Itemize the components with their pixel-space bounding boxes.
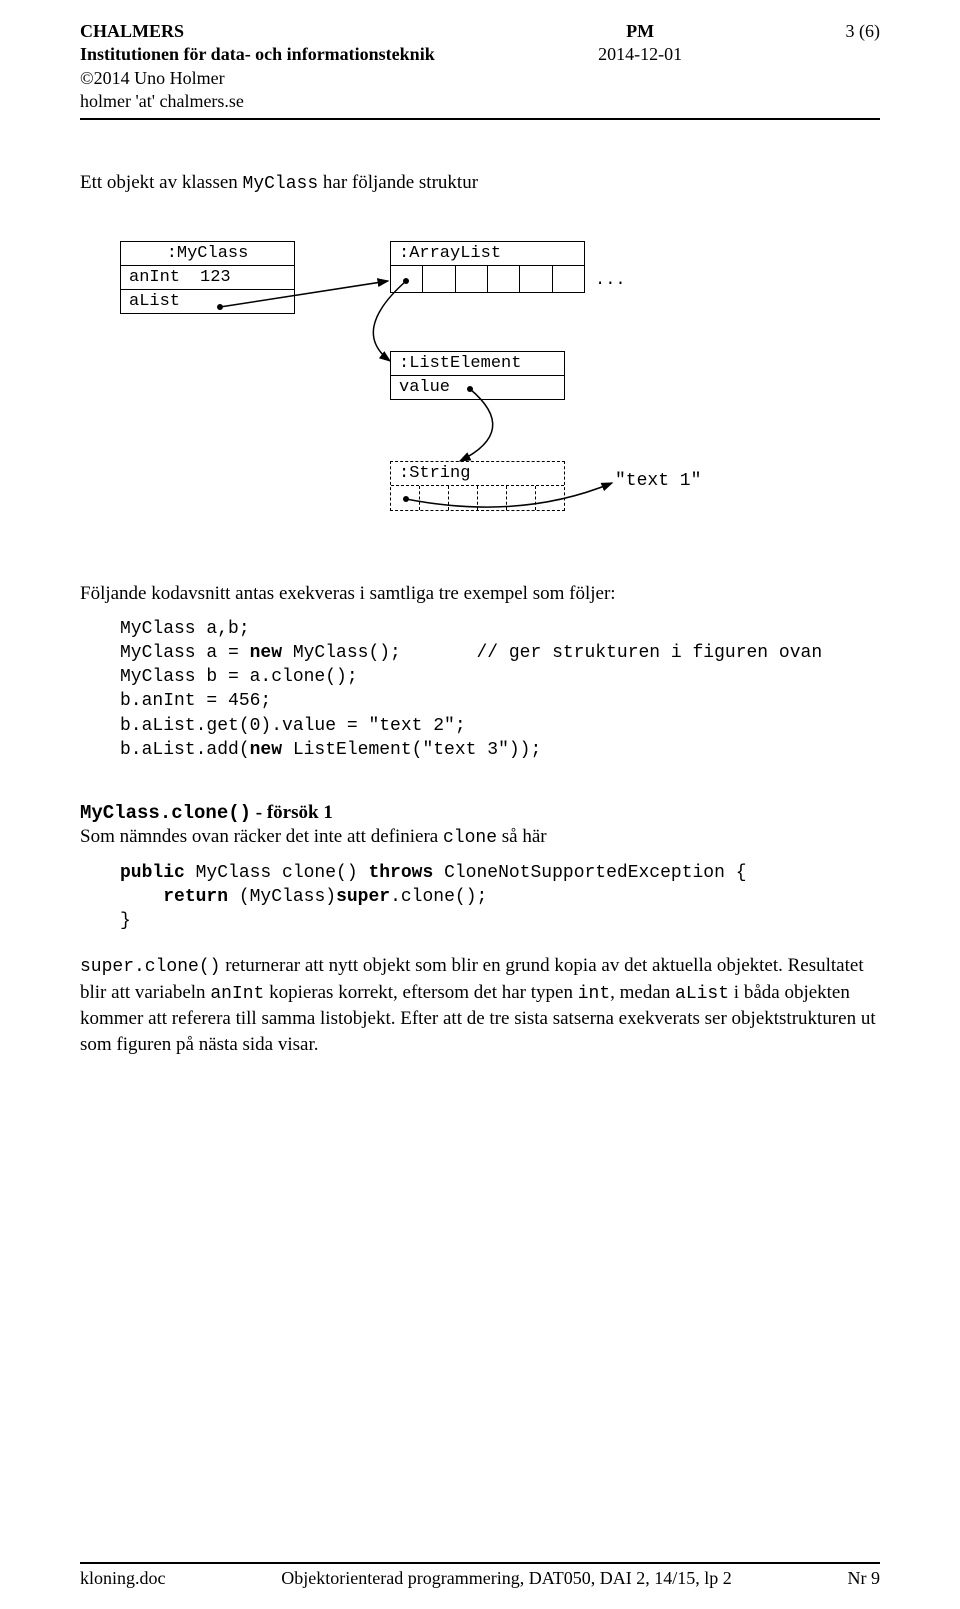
intro-suffix: har följande struktur [318,172,478,193]
p2f: , medan [610,982,675,1003]
sec1-rest: - försök 1 [251,802,333,823]
footer-left: kloning.doc [80,1568,166,1589]
header-left: CHALMERS Institutionen för data- och inf… [80,20,435,114]
sec1-p1: Som nämndes ovan räcker det inte att def… [80,824,880,850]
intro-classname: MyClass [243,174,319,194]
value-row: value [391,376,564,399]
header-date: 2014-12-01 [598,43,682,66]
p2a: super.clone() [80,957,220,977]
anint-value: 123 [200,268,231,287]
arraylist-ellipsis: ... [595,271,626,290]
arraylist-cells [391,265,584,292]
alist-label: aList [129,292,180,311]
string-title: :String [391,462,564,486]
listelement-title: :ListElement [391,352,564,375]
code-block-2: public MyClass clone() throws CloneNotSu… [120,861,880,934]
sec1-code: MyClass.clone() [80,802,251,824]
c2l1b: MyClass clone() [185,863,369,883]
p2c: anInt [210,984,264,1004]
anint-row: anInt 123 [121,266,294,289]
c2l3: } [120,911,131,931]
c2l1d: CloneNotSupportedException { [433,863,746,883]
code-block-1: MyClass a,b; MyClass a = new MyClass(); … [120,617,880,763]
c1l6b: new [250,740,282,760]
intro-prefix: Ett objekt av klassen [80,172,243,193]
page-header: CHALMERS Institutionen för data- och inf… [80,20,880,120]
sec1-p1a: Som nämndes ovan räcker det inte att def… [80,826,443,847]
string-box: :String [390,461,565,511]
anint-label: anInt [129,268,180,287]
c1l4: b.anInt = 456; [120,691,271,711]
c2l1c: throws [368,863,433,883]
header-dept: Institutionen för data- och informations… [80,43,435,66]
page-footer: kloning.doc Objektorienterad programmeri… [80,1562,880,1589]
listelement-box: :ListElement value [390,351,565,400]
intro-line: Ett objekt av klassen MyClass har följan… [80,170,880,196]
object-diagram: :MyClass anInt 123 aList :ArrayList ... … [90,221,890,541]
c2l2e: .clone(); [390,887,487,907]
section1-heading: MyClass.clone() - försök 1 [80,802,880,824]
c1l1: MyClass a,b; [120,619,250,639]
c2l2a [120,887,163,907]
arraylist-box: :ArrayList [390,241,585,293]
c2l2b: return [163,887,228,907]
c1l6a: b.aList.add( [120,740,250,760]
c1l5: b.aList.get(0).value = "text 2"; [120,716,466,736]
c1l6c: ListElement("text 3")); [282,740,541,760]
myclass-title: :MyClass [121,242,294,265]
header-center: PM 2014-12-01 [598,20,682,114]
p2e: int [578,984,610,1004]
arraylist-title: :ArrayList [391,242,584,265]
sec1-p1c: så här [497,826,547,847]
c2l2d: super [336,887,390,907]
c1l3: MyClass b = a.clone(); [120,667,358,687]
value-label: value [399,378,450,397]
header-doctype: PM [598,20,682,43]
footer-center: Objektorienterad programmering, DAT050, … [281,1568,731,1589]
header-right: 3 (6) [845,20,880,114]
header-org: CHALMERS [80,20,435,43]
c2l2c: (MyClass) [228,887,336,907]
p2d: kopieras korrekt, eftersom det har typen [264,982,577,1003]
c1l2b: new [250,643,282,663]
c2l1a: public [120,863,185,883]
header-page: 3 (6) [845,20,880,43]
paragraph-2: super.clone() returnerar att nytt objekt… [80,953,880,1057]
p2g: aList [675,984,729,1004]
c1l2a: MyClass a = [120,643,250,663]
string-cells [391,486,564,510]
myclass-box: :MyClass anInt 123 aList [120,241,295,314]
c1l2c: MyClass(); // ger strukturen i figuren o… [282,643,822,663]
header-email: holmer 'at' chalmers.se [80,90,435,113]
sec1-p1b: clone [443,828,497,848]
footer-right: Nr 9 [848,1568,881,1589]
header-copyright: ©2014 Uno Holmer [80,67,435,90]
text1-label: "text 1" [615,471,701,491]
code-intro: Följande kodavsnitt antas exekveras i sa… [80,581,880,607]
alist-row: aList [121,290,294,313]
